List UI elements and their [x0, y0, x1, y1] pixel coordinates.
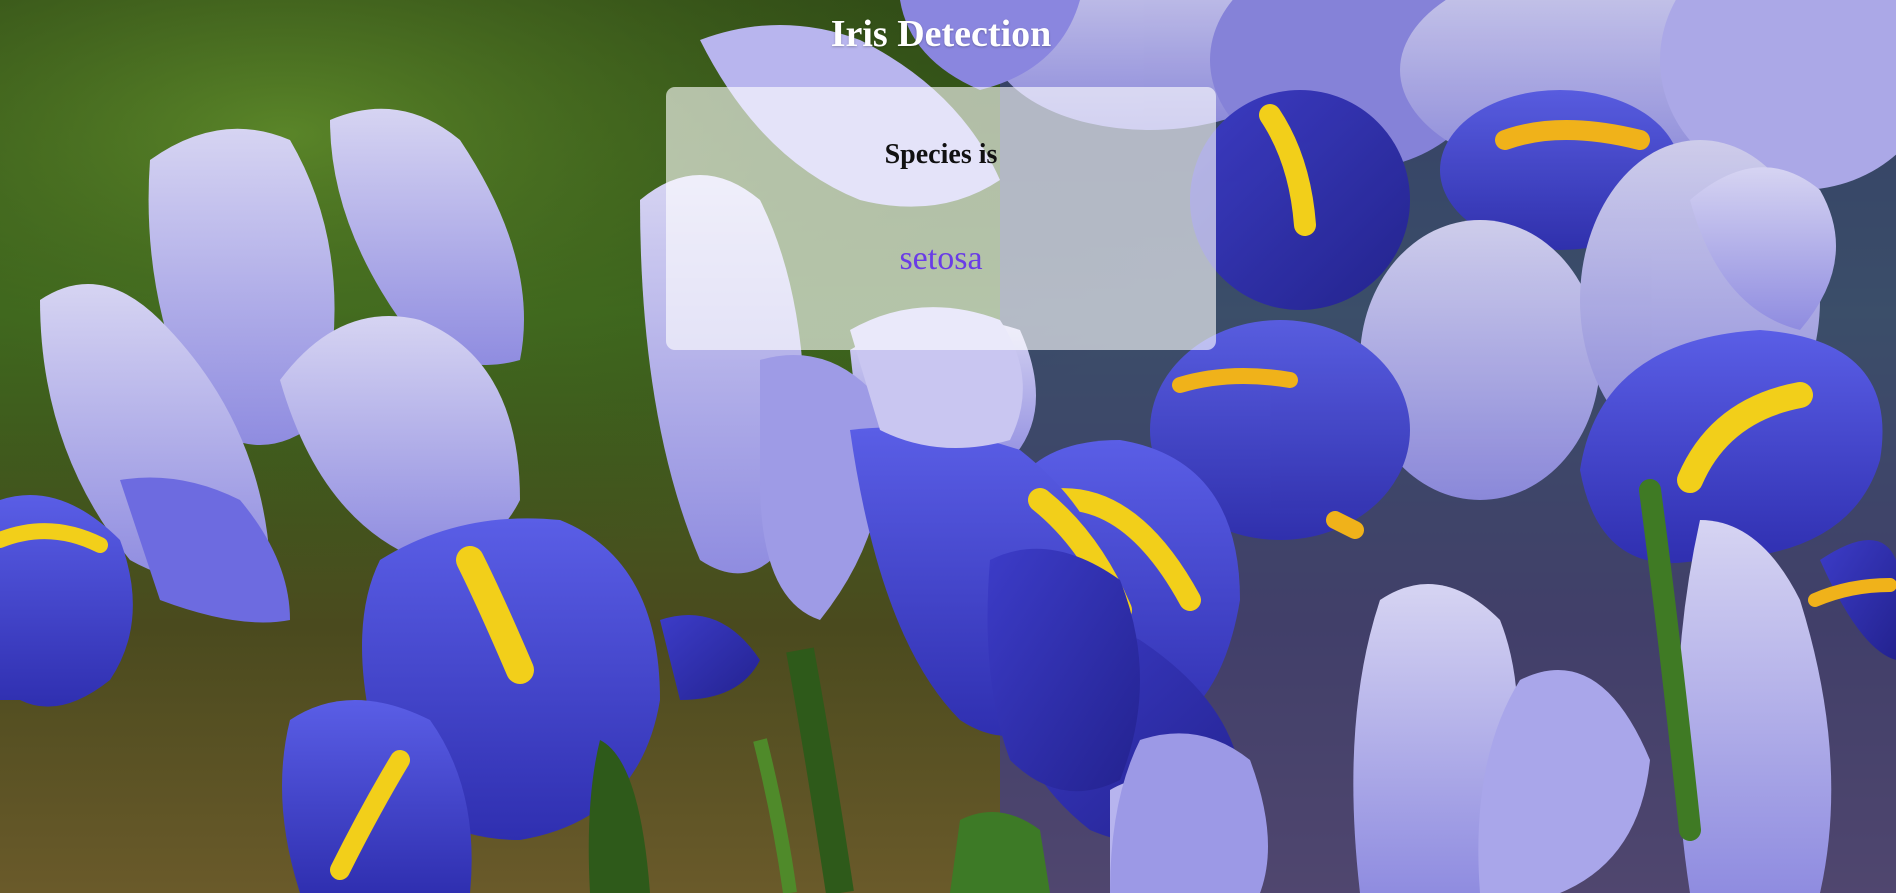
result-card: Species is setosa — [666, 87, 1216, 350]
result-heading: Species is — [884, 139, 998, 170]
page-title: Iris Detection — [830, 13, 1052, 55]
species-result: setosa — [899, 240, 983, 277]
